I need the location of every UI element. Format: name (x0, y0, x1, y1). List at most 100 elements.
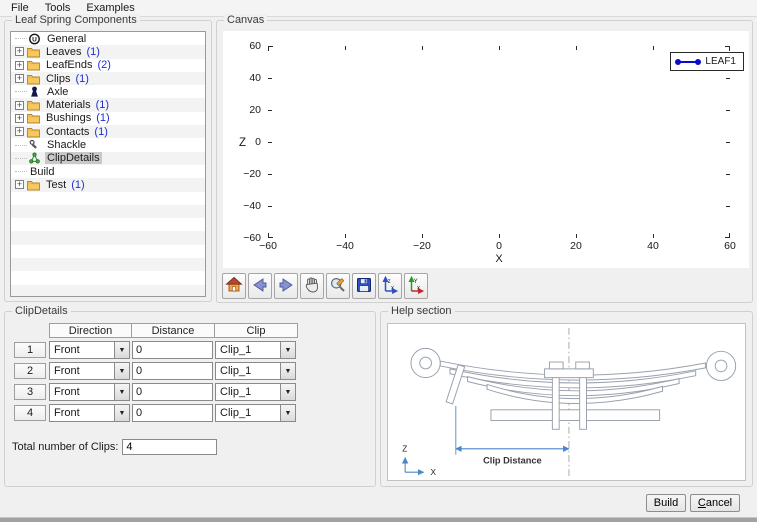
menu-tools[interactable]: Tools (37, 1, 79, 15)
y-tick-mark (268, 110, 272, 111)
menu-examples[interactable]: Examples (78, 1, 142, 15)
y-tick-mark (726, 174, 730, 175)
expander-icon[interactable]: + (15, 127, 24, 136)
row-header-1[interactable]: 1 (14, 342, 46, 358)
chevron-down-icon[interactable]: ▼ (114, 384, 129, 400)
expander-icon[interactable]: + (15, 74, 24, 83)
view-yx-button[interactable]: Yx (404, 273, 428, 299)
chevron-down-icon[interactable]: ▼ (114, 342, 129, 358)
chevron-down-icon[interactable]: ▼ (114, 363, 129, 379)
tree-item-shackle[interactable]: Shackle (11, 138, 205, 151)
tree-item-axle[interactable]: Axle (11, 85, 205, 98)
x-tick-mark (345, 234, 346, 238)
tree-empty-row (11, 285, 205, 297)
tree-connector (15, 38, 27, 39)
tree-item-label: Contacts (44, 126, 91, 138)
tree-item-label: LeafEnds (44, 59, 94, 71)
tree-item-materials[interactable]: +Materials(1) (11, 98, 205, 111)
build-button[interactable]: Build (646, 494, 686, 512)
x-tick-label: −20 (413, 240, 431, 252)
folder-icon (27, 126, 40, 138)
y-tick-label: −20 (243, 168, 261, 180)
distance-input-2[interactable] (132, 362, 213, 380)
x-tick-label: 20 (570, 240, 582, 252)
distance-input-4[interactable] (132, 404, 213, 422)
plot-corner (268, 46, 273, 51)
tree-item-test[interactable]: +Test(1) (11, 178, 205, 191)
chevron-down-icon[interactable]: ▼ (280, 405, 295, 421)
back-button[interactable] (248, 273, 272, 299)
tree-item-count: (1) (75, 73, 88, 85)
clip-cell: Clip_1▼ (215, 359, 298, 380)
component-tree[interactable]: UGeneral+Leaves(1)+LeafEnds(2)+Clips(1)A… (10, 31, 206, 297)
direction-select-4[interactable]: Front▼ (49, 404, 130, 422)
expander-icon[interactable]: + (15, 114, 24, 123)
direction-select-3[interactable]: Front▼ (49, 383, 130, 401)
clip-select-4[interactable]: Clip_1▼ (215, 404, 296, 422)
folder-icon (27, 179, 40, 191)
row-header-4[interactable]: 4 (14, 405, 46, 421)
expander-icon[interactable]: + (15, 180, 24, 189)
total-clips-input[interactable] (122, 439, 217, 455)
tree-item-count: (1) (96, 99, 109, 111)
forward-button[interactable] (274, 273, 298, 299)
expander-icon[interactable]: + (15, 61, 24, 70)
x-axis-label: X (495, 253, 502, 265)
back-icon (251, 276, 269, 297)
tree-empty-row (11, 245, 205, 258)
svg-text:x: x (417, 285, 420, 291)
cancel-button[interactable]: Cancel (690, 494, 740, 512)
tree-item-clips[interactable]: +Clips(1) (11, 72, 205, 85)
tree-item-clipdetails[interactable]: ClipDetails (11, 152, 205, 165)
plot-canvas[interactable]: Z X −60−40−2002040606040200−20−40−60 LEA… (223, 31, 749, 268)
clip-details-title: ClipDetails (12, 305, 71, 318)
tree-empty-row (11, 258, 205, 271)
expander-icon[interactable]: + (15, 101, 24, 110)
clip-select-1[interactable]: Clip_1▼ (215, 341, 296, 359)
chevron-down-icon[interactable]: ▼ (114, 405, 129, 421)
save-button[interactable] (352, 273, 376, 299)
chevron-down-icon[interactable]: ▼ (280, 363, 295, 379)
row-header-3[interactable]: 3 (14, 384, 46, 400)
folder-icon (27, 46, 40, 58)
expander-icon[interactable]: + (15, 47, 24, 56)
clip-value: Clip_1 (216, 344, 280, 356)
tree-item-build[interactable]: Build (11, 165, 205, 178)
help-panel-title: Help section (388, 305, 455, 318)
y-tick-label: −60 (243, 232, 261, 244)
chevron-down-icon[interactable]: ▼ (280, 342, 295, 358)
tree-connector (15, 171, 27, 172)
menu-file[interactable]: File (3, 1, 37, 15)
distance-input-1[interactable] (132, 341, 213, 359)
y-tick-label: 40 (249, 72, 261, 84)
row-header-2[interactable]: 2 (14, 363, 46, 379)
x-tick-mark (422, 234, 423, 238)
clip-select-3[interactable]: Clip_1▼ (215, 383, 296, 401)
folder-icon (27, 112, 40, 124)
forward-icon (277, 276, 295, 297)
distance-input-3[interactable] (132, 383, 213, 401)
clip-distance-label: Clip Distance (483, 455, 542, 465)
tree-item-leaves[interactable]: +Leaves(1) (11, 45, 205, 58)
direction-value: Front (50, 344, 114, 356)
diagram-x-label: X (430, 468, 436, 477)
svg-text:Y: Y (414, 278, 418, 284)
pan-button[interactable] (300, 273, 324, 299)
clip-cell: Clip_1▼ (215, 338, 298, 359)
chevron-down-icon[interactable]: ▼ (280, 384, 295, 400)
zoom-rect-button[interactable] (326, 273, 350, 299)
home-button[interactable] (222, 273, 246, 299)
direction-select-1[interactable]: Front▼ (49, 341, 130, 359)
x-tick-mark (653, 46, 654, 50)
tree-empty-row (11, 231, 205, 244)
tree-item-contacts[interactable]: +Contacts(1) (11, 125, 205, 138)
tree-item-bushings[interactable]: +Bushings(1) (11, 112, 205, 125)
direction-select-2[interactable]: Front▼ (49, 362, 130, 380)
pan-icon (303, 276, 321, 297)
tree-item-general[interactable]: UGeneral (11, 32, 205, 45)
tree-item-count: (2) (97, 59, 110, 71)
x-tick-mark (499, 46, 500, 50)
clip-select-2[interactable]: Clip_1▼ (215, 362, 296, 380)
view-zx-button[interactable]: zx (378, 273, 402, 299)
tree-item-leafends[interactable]: + LeafEnds(2) (11, 59, 205, 72)
